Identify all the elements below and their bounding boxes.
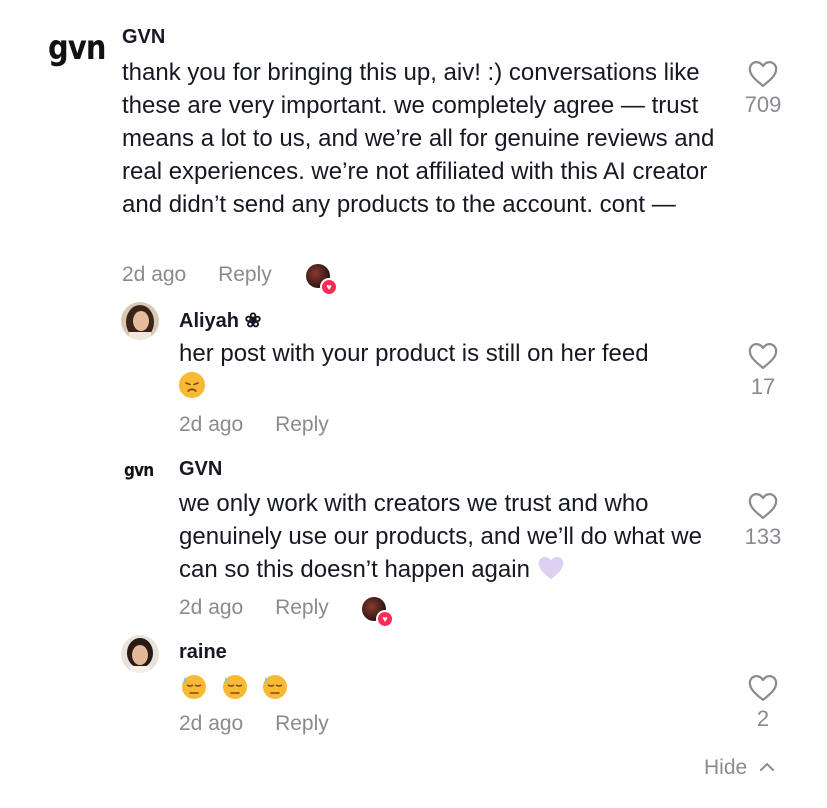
creator-liked-heart-icon: ♥: [320, 278, 338, 296]
reply-text-content: we only work with creators we trust and …: [179, 490, 702, 583]
hide-replies-button[interactable]: Hide: [704, 756, 775, 780]
sweat-face-icon: [222, 674, 248, 700]
like-button[interactable]: 133: [733, 492, 793, 550]
reply-emojis: [181, 672, 481, 705]
comment-text: thank you for bringing this up, aiv! :) …: [122, 59, 715, 218]
reply-username[interactable]: Aliyah ❀: [179, 308, 261, 333]
like-count: 133: [744, 524, 782, 549]
like-button[interactable]: 17: [733, 342, 793, 400]
reply-text: her post with your product is still on h…: [179, 337, 719, 403]
heart-outline-icon[interactable]: [748, 492, 778, 520]
reply-meta: 2d ago Reply: [179, 596, 355, 620]
reply-time: 2d ago: [179, 712, 244, 735]
light-purple-heart-icon: [537, 555, 565, 581]
reply-button[interactable]: Reply: [275, 596, 329, 619]
aliyah-avatar[interactable]: [121, 302, 159, 340]
comment-time: 2d ago: [122, 263, 187, 286]
reply-meta: 2d ago Reply: [179, 413, 355, 437]
chevron-up-icon: [760, 763, 775, 771]
reply-username[interactable]: raine: [179, 641, 227, 664]
sweat-face-icon: [181, 674, 207, 700]
like-count: 709: [744, 92, 782, 117]
sweat-face-icon: [262, 674, 288, 700]
reply-username[interactable]: GVN: [179, 458, 222, 481]
sad-face-icon: [179, 372, 205, 398]
comment-username[interactable]: GVN: [122, 26, 165, 49]
raine-avatar[interactable]: [121, 635, 159, 673]
heart-outline-icon[interactable]: [748, 60, 778, 88]
gvn-avatar-logo[interactable]: gvn: [48, 28, 106, 68]
reply-button[interactable]: Reply: [218, 263, 272, 286]
reply-button[interactable]: Reply: [275, 712, 329, 735]
reply-time: 2d ago: [179, 596, 244, 619]
reply-button[interactable]: Reply: [275, 413, 329, 436]
gvn-avatar-logo[interactable]: gvn: [124, 460, 154, 481]
hide-label: Hide: [704, 756, 748, 779]
heart-outline-icon[interactable]: [748, 674, 778, 702]
reply-meta: 2d ago Reply: [179, 712, 355, 736]
comment-meta: 2d ago Reply: [122, 263, 298, 287]
reply-time: 2d ago: [179, 413, 244, 436]
like-button[interactable]: 709: [733, 60, 793, 118]
reply-text: we only work with creators we trust and …: [179, 487, 724, 586]
heart-outline-icon[interactable]: [748, 342, 778, 370]
creator-liked-heart-icon: ♥: [376, 610, 394, 628]
reply-text-content: her post with your product is still on h…: [179, 340, 649, 367]
like-count: 17: [750, 374, 776, 399]
like-button[interactable]: 2: [733, 674, 793, 732]
like-count: 2: [756, 706, 770, 731]
